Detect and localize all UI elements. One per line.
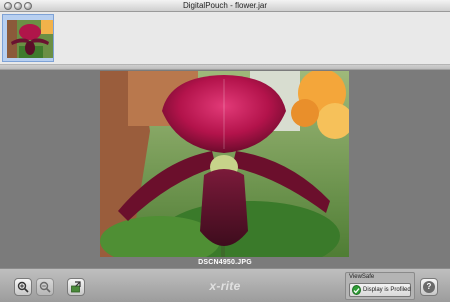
title-bar: DigitalPouch - flower.jar [0,0,450,12]
viewsafe-status-text: Display is Profiled [363,287,411,293]
main-photo [100,71,349,257]
thumbnail-strip[interactable] [0,12,450,65]
viewsafe-label: ViewSafe [349,274,375,280]
viewsafe-panel: ViewSafe Display is Profiled [345,272,415,300]
image-viewer: DSCN4950.JPG [0,70,450,268]
help-icon: ? [423,281,435,293]
thumbnail-selected[interactable] [2,14,54,62]
viewsafe-status-button[interactable]: Display is Profiled [349,283,411,297]
help-button[interactable]: ? [420,278,438,296]
check-icon [352,285,361,295]
bottom-toolbar: x-rite ViewSafe Display is Profiled ? [0,268,450,302]
window-title: DigitalPouch - flower.jar [182,1,268,10]
thumbnail-image[interactable] [7,20,53,58]
app-window: DigitalPouch - flower.jar DSCN4950.JPG x… [0,0,450,302]
image-filename: DSCN4950.JPG [198,259,252,266]
